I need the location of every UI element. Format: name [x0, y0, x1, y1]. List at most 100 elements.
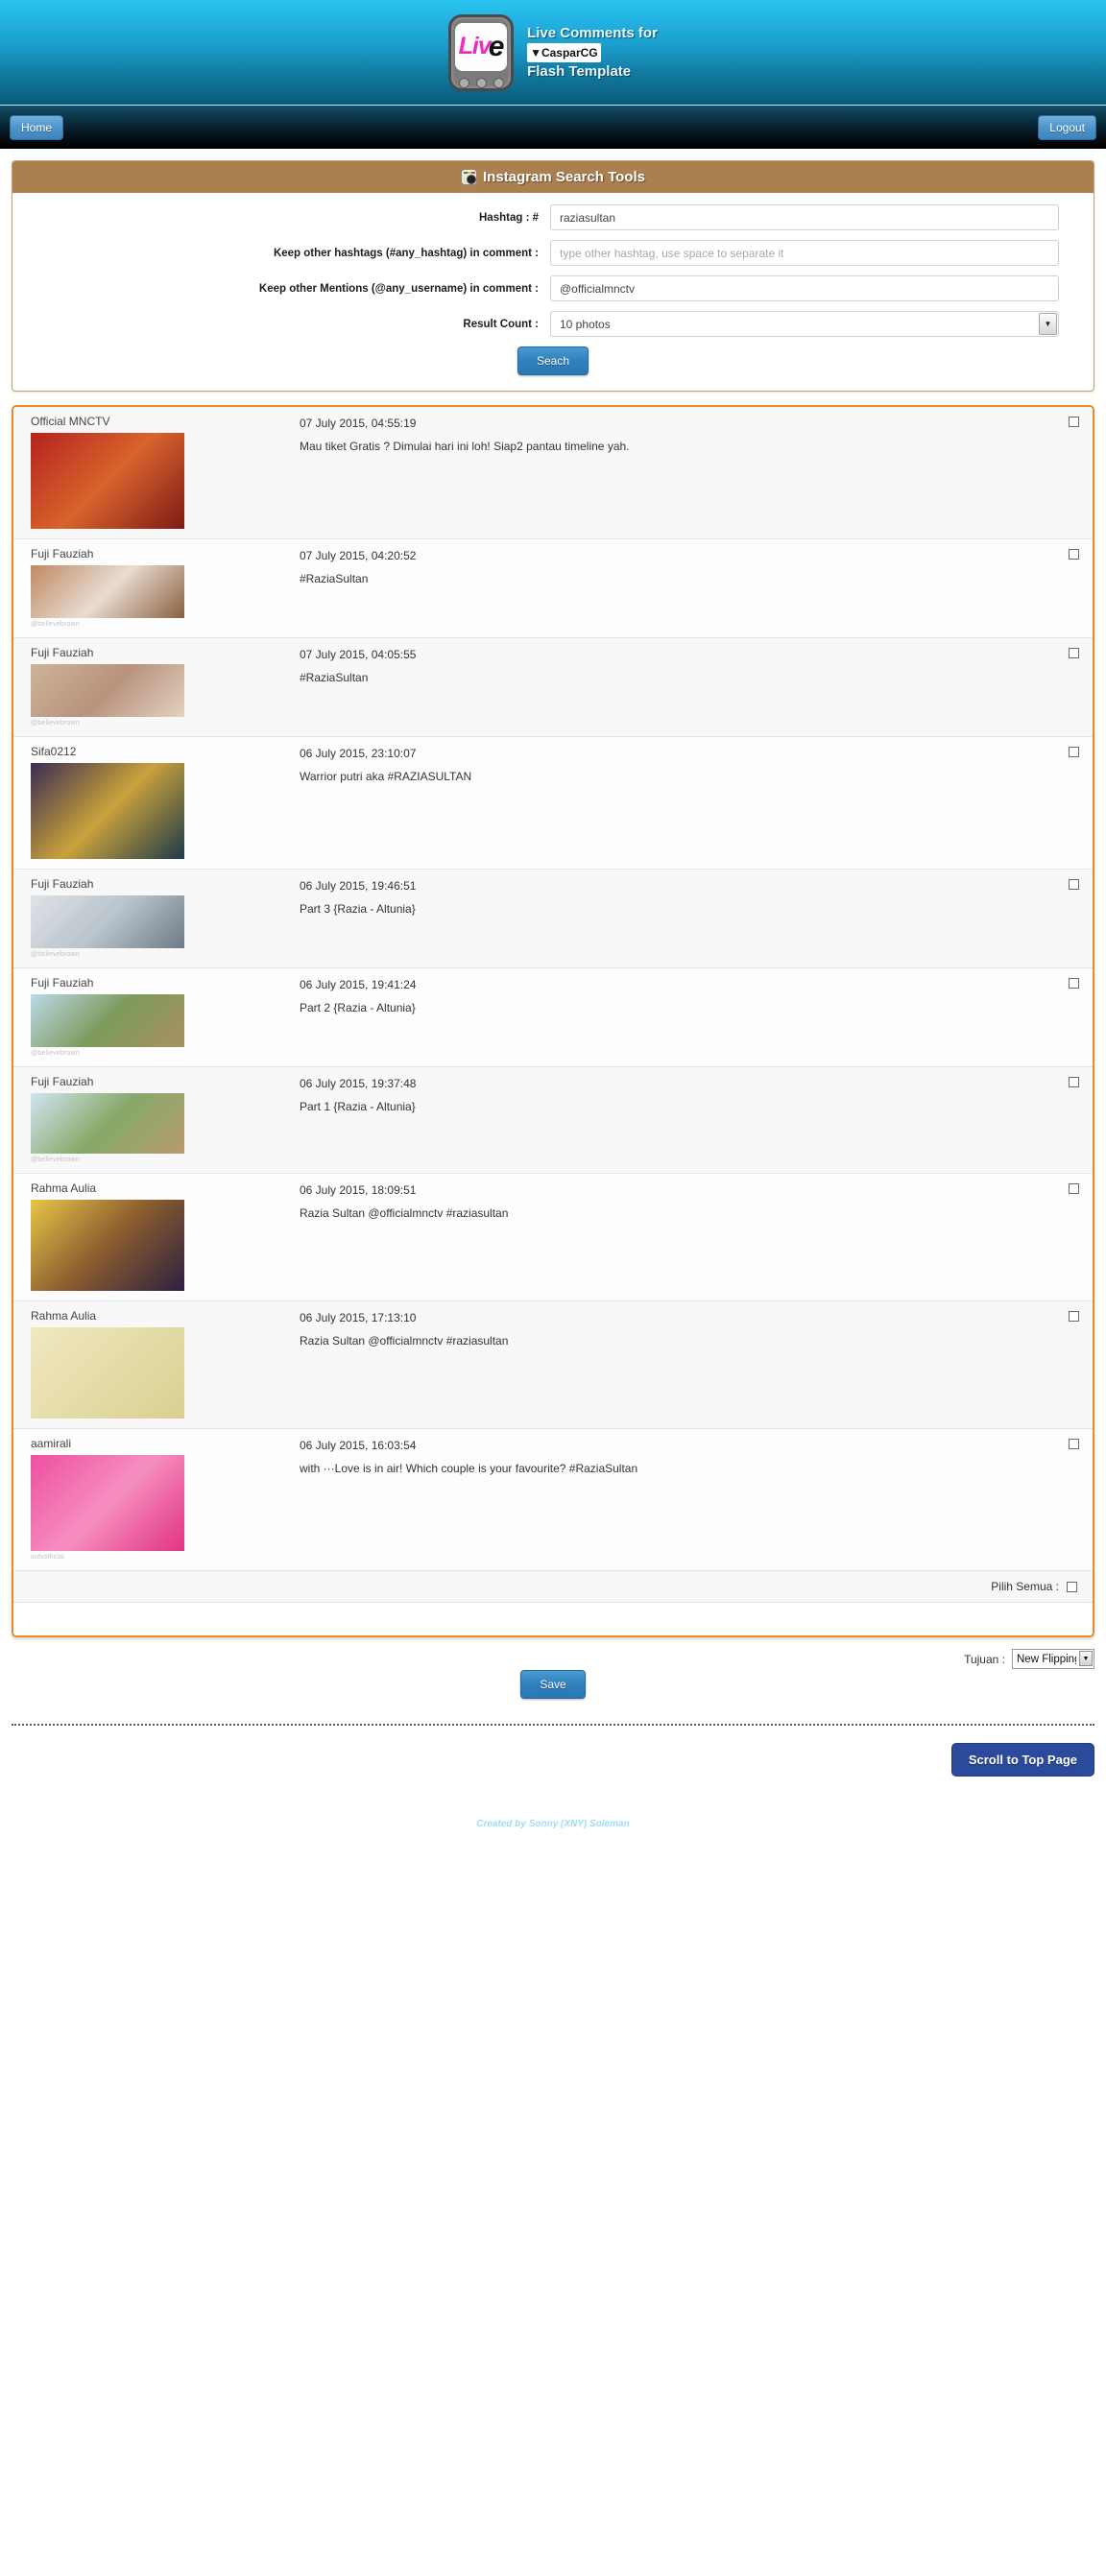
navigation-bar: Home Logout [0, 106, 1106, 149]
hashtag-input[interactable] [550, 204, 1059, 230]
result-timestamp: 06 July 2015, 19:37:48 [300, 1077, 417, 1090]
result-thumbnail[interactable] [31, 565, 184, 618]
result-username: Fuji Fauziah [31, 976, 94, 990]
save-button[interactable]: Save [520, 1670, 586, 1699]
thumbnail-watermark: @believebrown [31, 1157, 80, 1163]
thumbnail-image [31, 433, 184, 529]
other-mentions-label: Keep other Mentions (@any_username) in c… [258, 282, 539, 295]
result-timestamp: 07 July 2015, 04:20:52 [300, 549, 417, 562]
result-user-column: Fuji Fauziah @believebrown [13, 1067, 292, 1173]
row-checkbox[interactable] [1069, 747, 1079, 757]
result-thumbnail[interactable] [31, 1093, 184, 1154]
result-comment: Razia Sultan @officialmnctv #raziasultan [300, 1206, 509, 1220]
result-thumbnail[interactable] [31, 664, 184, 717]
scroll-to-top-button[interactable]: Scroll to Top Page [950, 1743, 1094, 1777]
result-text-column: 07 July 2015, 04:05:55 #RaziaSultan [292, 638, 1054, 736]
result-text-column: 06 July 2015, 16:03:54 with ···Love is in… [292, 1429, 1054, 1570]
result-text-column: 06 July 2015, 18:09:51 Razia Sultan @offi… [292, 1174, 1054, 1300]
result-thumbnail[interactable] [31, 1327, 184, 1419]
result-comment: #RaziaSultan [300, 572, 369, 585]
result-select-column [1054, 1301, 1093, 1428]
brand-logo: Liv e Live Comments for ▼CasparCG Flash T… [448, 13, 658, 91]
tv-knobs [458, 77, 504, 88]
form-row-other-mentions: Keep other Mentions (@any_username) in c… [12, 275, 1094, 301]
table-row: Official MNCTV 07 July 2015, 04:55:19 Mau … [13, 407, 1093, 539]
knob-icon [458, 77, 469, 88]
form-row-result-count: Result Count : 10 photos ▼ [12, 311, 1094, 337]
row-checkbox[interactable] [1069, 1311, 1079, 1322]
result-comment: Part 3 {Razia - Altunia} [300, 902, 416, 916]
row-checkbox[interactable] [1069, 417, 1079, 427]
table-row: Fuji Fauziah @believebrown 07 July 2015, 0… [13, 638, 1093, 737]
thumbnail-watermark: @believebrown [31, 720, 80, 727]
result-thumbnail[interactable] [31, 1200, 184, 1291]
site-banner: Liv e Live Comments for ▼CasparCG Flash T… [0, 0, 1106, 106]
tv-screen: Liv e [455, 22, 508, 71]
row-checkbox[interactable] [1069, 549, 1079, 560]
result-count-select-wrap: 10 photos ▼ [550, 311, 1059, 337]
result-thumbnail[interactable] [31, 895, 184, 948]
row-checkbox[interactable] [1069, 1439, 1079, 1449]
result-user-column: Sifa0212 [13, 737, 292, 869]
scroll-top-area: Scroll to Top Page [12, 1743, 1094, 1777]
hashtag-label: Hashtag : # [479, 211, 539, 224]
result-count-label: Result Count : [463, 318, 539, 330]
banner-title-line3: Flash Template [527, 62, 632, 80]
row-checkbox[interactable] [1069, 1183, 1079, 1194]
result-user-column: Fuji Fauziah @believebrown [13, 968, 292, 1066]
select-all-checkbox[interactable] [1067, 1581, 1077, 1592]
thumbnail-image [31, 895, 184, 948]
result-comment: #RaziaSultan [300, 671, 369, 684]
tujuan-group: Tujuan : New Flipping ▼ [964, 1649, 1094, 1669]
result-user-column: Rahma Aulia [13, 1174, 292, 1300]
table-row: Sifa0212 06 July 2015, 23:10:07 Warrior pu… [13, 737, 1093, 870]
result-username: Fuji Fauziah [31, 877, 94, 891]
tujuan-label: Tujuan : [964, 1652, 1005, 1666]
result-username: Sifa0212 [31, 745, 77, 758]
row-checkbox[interactable] [1069, 1077, 1079, 1087]
select-all-label: Pilih Semua : [991, 1580, 1059, 1593]
result-comment: with ···Love is in air! Which couple is … [300, 1462, 638, 1475]
row-checkbox[interactable] [1069, 879, 1079, 890]
table-row: aamirali indvofficial 06 July 2015, 16:03:… [13, 1429, 1093, 1571]
result-text-column: 07 July 2015, 04:20:52 #RaziaSultan [292, 539, 1054, 637]
banner-title-line1: Live Comments for [527, 24, 658, 41]
result-count-select[interactable]: 10 photos [550, 311, 1059, 337]
instagram-search-panel: Instagram Search Tools Hashtag : # Keep … [12, 160, 1094, 392]
save-button-row: Save [12, 1670, 1094, 1699]
thumbnail-image [31, 565, 184, 618]
select-all-row: Pilih Semua : [13, 1571, 1093, 1603]
result-thumbnail[interactable] [31, 994, 184, 1047]
footer-divider [12, 1724, 1094, 1726]
search-panel-title: Instagram Search Tools [483, 169, 645, 185]
table-row: Rahma Aulia 06 July 2015, 18:09:51 Razia S… [13, 1174, 1093, 1301]
result-select-column [1054, 539, 1093, 637]
result-comment: Razia Sultan @officialmnctv #raziasultan [300, 1334, 509, 1348]
result-thumbnail[interactable] [31, 1455, 184, 1551]
search-button[interactable]: Seach [517, 346, 589, 375]
result-timestamp: 06 July 2015, 23:10:07 [300, 747, 417, 760]
table-row: Rahma Aulia 06 July 2015, 17:13:10 Razia S… [13, 1301, 1093, 1429]
thumbnail-image [31, 1200, 184, 1291]
thumbnail-image [31, 1327, 184, 1419]
search-button-row: Seach [12, 346, 1094, 375]
result-thumbnail[interactable] [31, 433, 184, 529]
knob-icon [493, 77, 504, 88]
row-checkbox[interactable] [1069, 648, 1079, 658]
other-hashtags-input[interactable] [550, 240, 1059, 266]
other-mentions-input[interactable] [550, 275, 1059, 301]
home-button[interactable]: Home [10, 114, 64, 140]
thumbnail-watermark: @believebrown [31, 951, 80, 958]
result-timestamp: 06 July 2015, 17:13:10 [300, 1311, 417, 1324]
thumbnail-image [31, 763, 184, 859]
thumbnail-image [31, 1093, 184, 1154]
tujuan-select[interactable]: New Flipping [1012, 1649, 1094, 1669]
result-thumbnail[interactable] [31, 763, 184, 859]
result-username: Rahma Aulia [31, 1181, 97, 1195]
credit-text: Created by Sonny (XNY) Soleman [476, 1819, 630, 1829]
result-text-column: 06 July 2015, 19:37:48 Part 1 {Razia - Al… [292, 1067, 1054, 1173]
result-comment: Warrior putri aka #RAZIASULTAN [300, 770, 472, 783]
result-select-column [1054, 407, 1093, 538]
logout-button[interactable]: Logout [1038, 114, 1096, 140]
row-checkbox[interactable] [1069, 978, 1079, 989]
